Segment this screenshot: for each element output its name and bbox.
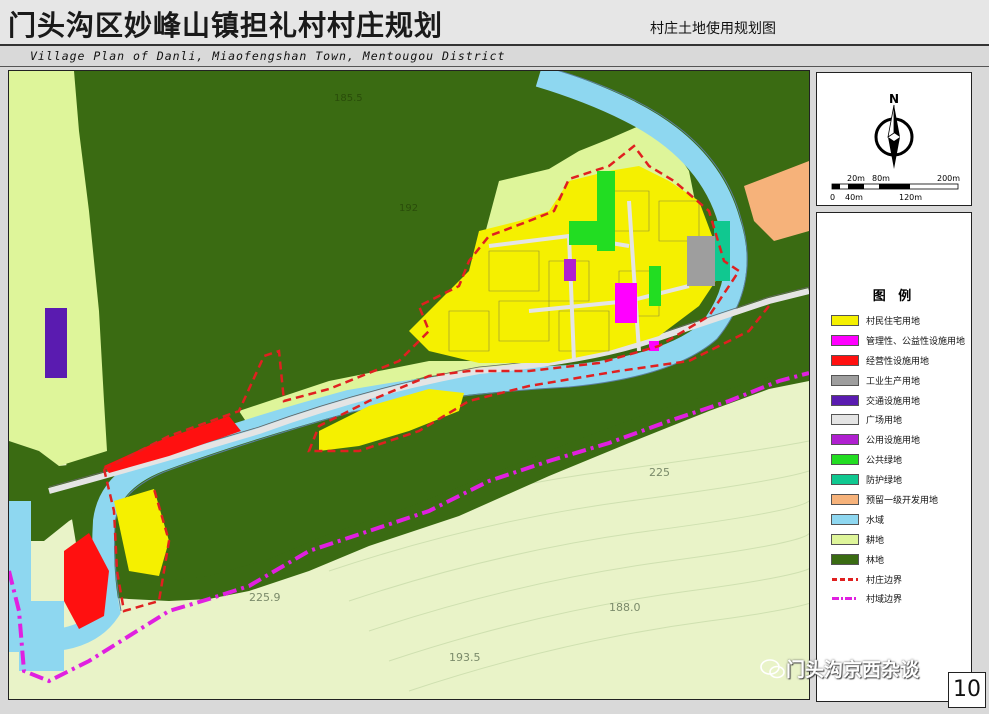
- legend-item: 村庄边界: [831, 570, 965, 589]
- legend-label: 耕地: [866, 535, 885, 546]
- land-use-map[interactable]: 225 225.9 188.0 193.5 192 185.5: [8, 70, 810, 700]
- legend-swatch: [831, 553, 859, 565]
- legend-panel: 图 例 村民住宅用地管理性、公益性设施用地 经营性设施用地 工业生产用地 交通设施用地…: [816, 212, 972, 702]
- legend-item: 预留一级开发用地: [831, 490, 965, 509]
- legend-label: 经营性设施用地: [866, 356, 930, 367]
- scale-bottom-3: 120m: [899, 193, 922, 202]
- legend-label: 村域边界: [866, 595, 903, 606]
- legend-swatch: [831, 394, 859, 406]
- elevation-193-5: 193.5: [449, 651, 481, 664]
- scale-top-1: 20m: [847, 174, 865, 183]
- legend-swatch: [831, 414, 859, 426]
- legend-swatch: [831, 533, 859, 545]
- compass-panel: N 20m 80m 200m 0 40m 120m: [816, 72, 972, 206]
- legend-item: 防护绿地: [831, 470, 965, 489]
- legend-list: 村民住宅用地管理性、公益性设施用地 经营性设施用地 工业生产用地 交通设施用地 广场用地…: [831, 311, 965, 609]
- legend-label: 交通设施用地: [866, 396, 921, 407]
- legend-label: 村民住宅用地: [866, 317, 921, 327]
- legend-item: 村域边界: [831, 589, 965, 608]
- elevation-225: 225: [649, 466, 670, 479]
- legend-line-swatch: [832, 597, 858, 601]
- water-southwest: [19, 601, 64, 671]
- legend-item: 耕地: [831, 530, 965, 549]
- legend-swatch: [831, 354, 859, 366]
- scale-top-2: 80m: [872, 174, 890, 183]
- elevation-225-9: 225.9: [249, 591, 281, 604]
- elevation-185-5: 185.5: [334, 93, 363, 104]
- legend-label: 工业生产用地: [866, 376, 921, 387]
- legend-item: 交通设施用地: [831, 391, 965, 410]
- transport-land: [45, 308, 67, 378]
- legend-swatch: [831, 374, 859, 386]
- legend-item: 公用设施用地: [831, 430, 965, 449]
- admin-land-1: [615, 283, 637, 323]
- legend-item: 工业生产用地: [831, 371, 965, 390]
- legend-swatch: [831, 315, 859, 326]
- industrial-land: [687, 236, 715, 286]
- north-label: N: [889, 92, 899, 106]
- legend-item: 水域: [831, 510, 965, 529]
- legend-label: 公用设施用地: [866, 436, 921, 447]
- legend-swatch: [831, 434, 859, 446]
- legend-swatch: [831, 474, 859, 486]
- legend-swatch: [831, 513, 859, 525]
- map-subtitle: 村庄土地使用规划图: [650, 21, 776, 37]
- title-bar: 门头沟区妙峰山镇担礼村村庄规划 村庄土地使用规划图: [0, 0, 989, 44]
- legend-label: 预留一级开发用地: [866, 496, 939, 507]
- legend-swatch: [831, 334, 859, 346]
- public-green-3: [649, 266, 661, 306]
- legend-swatch: [831, 494, 859, 506]
- legend-label: 管理性、公益性设施用地: [866, 336, 966, 347]
- admin-land-2: [564, 259, 576, 281]
- header-rule: [0, 44, 989, 46]
- scale-bottom-2: 40m: [845, 193, 863, 202]
- map-canvas: 225 225.9 188.0 193.5 192 185.5: [9, 71, 809, 699]
- elevation-188: 188.0: [609, 601, 641, 614]
- public-green-2: [569, 221, 599, 245]
- legend-label: 林地: [866, 555, 885, 566]
- legend-item: 公共绿地: [831, 450, 965, 469]
- legend-label: 公共绿地: [866, 456, 903, 467]
- elevation-192: 192: [399, 203, 418, 214]
- legend-label: 村庄边界: [866, 575, 903, 586]
- public-green-1: [597, 171, 615, 251]
- legend-label: 防护绿地: [866, 476, 903, 487]
- north-arrow-icon: N 20m 80m 200m 0 40m 120m: [830, 92, 960, 202]
- legend-item: 广场用地: [831, 410, 965, 429]
- legend-item: 村民住宅用地: [831, 311, 965, 330]
- legend-swatch: [831, 454, 859, 466]
- page-title: 门头沟区妙峰山镇担礼村村庄规划: [8, 9, 444, 42]
- legend-item: 管理性、公益性设施用地: [831, 331, 965, 350]
- page-number: 10: [948, 672, 986, 708]
- scale-top-3: 200m: [937, 174, 960, 183]
- legend-label: 水域: [866, 515, 885, 526]
- watermark: 门头沟京西杂谈: [760, 655, 919, 682]
- wechat-icon: [760, 658, 785, 678]
- header-rule-thin: [0, 66, 989, 67]
- watermark-text: 门头沟京西杂谈: [786, 659, 920, 681]
- english-title: Village Plan of Danli, Miaofengshan Town…: [30, 49, 506, 63]
- legend-title: 图 例: [872, 289, 916, 304]
- legend-item: 林地: [831, 550, 965, 569]
- legend-label: 广场用地: [866, 416, 903, 427]
- legend-item: 经营性设施用地: [831, 351, 965, 370]
- scale-bottom-1: 0: [830, 193, 835, 202]
- legend-line-swatch: [832, 577, 858, 581]
